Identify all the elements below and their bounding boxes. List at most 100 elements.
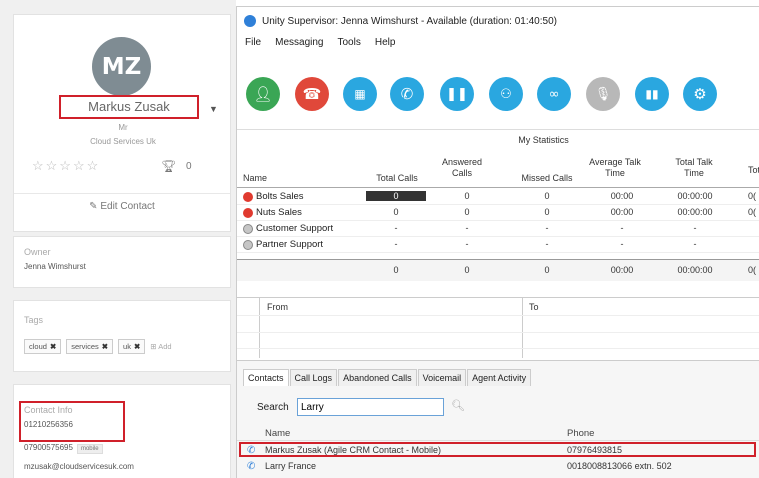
tab-call-logs[interactable]: Call Logs [289,369,338,386]
avg-talk-cell: 00:00 [610,207,634,217]
tab-abandoned-calls[interactable]: Abandoned Calls [338,369,417,386]
statistics-icon[interactable]: ▮▮ [635,77,669,111]
col-answered-calls[interactable]: Answered Calls [437,157,487,179]
status-red-icon [243,207,253,218]
tab-contacts[interactable]: Contacts [243,369,289,386]
answered-sum: 0 [464,265,470,275]
table-row[interactable]: Bolts Sales 0 0 0 00:00 00:00:00 0( [237,190,759,205]
total-calls-cell[interactable]: 0 [366,191,426,201]
result-phone: 07976493815 [567,445,623,455]
tab-agent-activity[interactable]: Agent Activity [467,369,532,386]
owner-card: Owner Jenna Wimshurst [13,236,231,288]
unity-supervisor-window: Unity Supervisor: Jenna Wimshurst - Avai… [236,6,759,478]
missed-sum: 0 [544,265,550,275]
total-calls-cell: - [394,239,398,249]
window-titlebar: Unity Supervisor: Jenna Wimshurst - Avai… [237,7,759,35]
tag-uk[interactable]: uk ✖ [118,339,146,354]
menu-messaging[interactable]: Messaging [275,37,323,55]
col-result-phone[interactable]: Phone [567,428,594,439]
star-rating-icon[interactable]: ☆☆☆☆☆ [32,158,100,174]
remove-tag-icon: ✖ [133,342,141,351]
add-tag-button[interactable]: ⊞ Add [150,342,171,351]
owner-value: Jenna Wimshurst [24,262,86,271]
settings-icon[interactable]: ⚙ [683,77,717,111]
trophy-icon: 🏆︎ [161,159,177,173]
status-grey-icon [243,223,253,234]
total-talk-cell: - [693,239,697,249]
queue-name: Customer Support [243,223,333,234]
table-row[interactable]: Customer Support - - - - - [237,222,759,237]
queue-name: Partner Support [243,239,323,250]
contacts-panel: Contacts Call Logs Abandoned Calls Voice… [237,360,759,478]
answered-cell: - [465,239,469,249]
menu-bar: File Messaging Tools Help [237,37,395,55]
agent-status-icon[interactable]: 👤︎ [246,77,280,111]
col-from[interactable]: From [267,302,288,312]
tags-list: cloud ✖ services ✖ uk ✖ ⊞ Add [24,339,172,354]
hangup-icon[interactable]: ☎ [295,77,329,111]
pause-icon[interactable]: ❚❚ [440,77,474,111]
tags-label: Tags [24,315,44,325]
mobile-number[interactable]: 07900575695 mobile [24,443,103,454]
contact-name-highlight: Markus Zusak [59,95,199,119]
window-title: Unity Supervisor: Jenna Wimshurst - Avai… [262,15,557,27]
missed-cell: 0 [544,191,550,201]
voicemail-icon[interactable]: ∞ [537,77,571,111]
search-label: Search [257,402,289,413]
conference-icon[interactable]: ⚇ [489,77,523,111]
col-to[interactable]: To [529,302,539,312]
owner-label: Owner [24,247,51,257]
chevron-down-icon[interactable]: ▼ [209,104,218,114]
queue-name: Bolts Sales [243,191,304,202]
email-address[interactable]: mzusak@cloudservicesuk.com [24,462,134,471]
row-line [237,348,759,349]
table-row[interactable]: Nuts Sales 0 0 0 00:00 00:00:00 0( [237,206,759,221]
tag-services[interactable]: services ✖ [66,339,114,354]
call-list-table: From To [237,297,759,358]
menu-file[interactable]: File [245,37,261,55]
tot-sum: 0( [747,265,756,275]
contact-salutation: Mr [118,123,128,132]
col-average-talk-time[interactable]: Average Talk Time [585,157,645,179]
col-tot[interactable]: Tot [739,165,759,176]
total-talk-cell: 00:00:00 [677,207,713,217]
remove-tag-icon: ✖ [49,342,57,351]
col-total-calls[interactable]: Total Calls [367,173,427,184]
avg-talk-cell: - [620,223,624,233]
edit-contact-button[interactable]: ✎ Edit Contact [14,201,230,212]
column-separator [259,298,260,358]
transfer-call-icon[interactable]: ✆ [390,77,424,111]
col-result-name[interactable]: Name [265,428,290,439]
list-item[interactable]: ✆ Markus Zusak (Agile CRM Contact - Mobi… [237,444,759,458]
totals-row: 0 0 0 00:00 00:00:00 0( [237,259,759,281]
menu-tools[interactable]: Tools [337,37,360,55]
crm-panel: MZ Markus Zusak ▼ Mr Cloud Services Uk ☆… [0,0,236,478]
menu-help[interactable]: Help [375,37,396,55]
tab-voicemail[interactable]: Voicemail [417,369,467,386]
search-input[interactable] [297,398,444,416]
results-header: Name Phone [237,427,759,441]
column-separator [522,298,523,358]
result-name: Larry France [265,461,317,471]
list-item[interactable]: ✆ Larry France 0018008813066 extn. 502 [237,460,759,474]
contact-company: Cloud Services Uk [90,137,156,146]
remove-tag-icon: ✖ [101,342,109,351]
unity-app-icon [244,15,256,27]
missed-cell: - [545,239,549,249]
phone-number[interactable]: 01210256356 [24,420,73,429]
col-name[interactable]: Name [243,173,267,184]
answered-cell: 0 [464,207,470,217]
avg-talk-cell: 00:00 [610,191,634,201]
col-missed-calls[interactable]: Missed Calls [512,173,582,184]
edit-icon: ✎ [89,201,98,212]
answered-cell: - [465,223,469,233]
row-line [237,332,759,333]
tag-cloud[interactable]: cloud ✖ [24,339,62,354]
microphone-icon[interactable]: 🎙︎ [586,77,620,111]
col-total-talk-time[interactable]: Total Talk Time [669,157,719,179]
queue-name: Nuts Sales [243,207,302,218]
table-row[interactable]: Partner Support - - - - - [237,238,759,253]
search-icon[interactable]: 🔍︎ [451,399,465,412]
divider [14,193,230,194]
dialpad-icon[interactable]: ▦ [343,77,377,111]
